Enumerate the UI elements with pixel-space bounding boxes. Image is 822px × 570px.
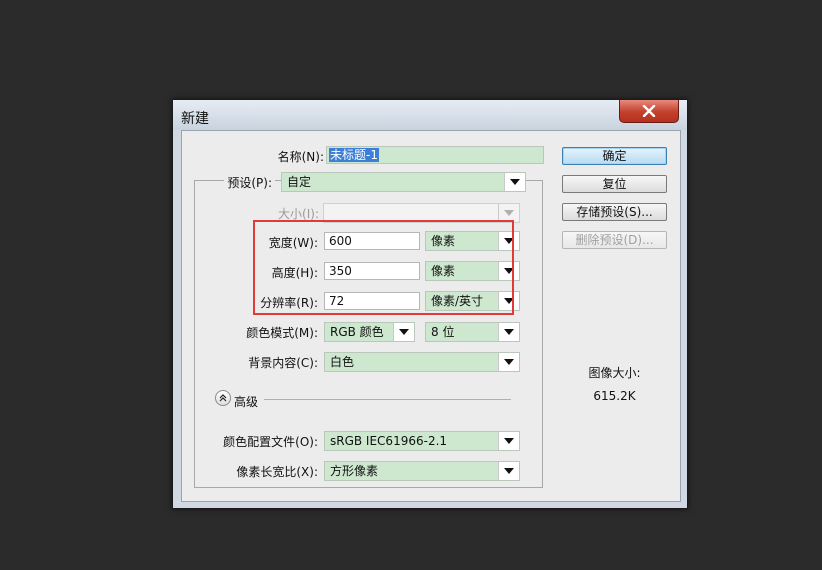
chevron-down-icon bbox=[498, 232, 519, 250]
height-label: 高度(H): bbox=[271, 266, 318, 280]
chevron-down-icon bbox=[498, 262, 519, 280]
width-unit-value: 像素 bbox=[431, 234, 456, 248]
height-unit-select[interactable]: 像素 bbox=[425, 261, 520, 281]
chevron-up-double-icon bbox=[219, 394, 227, 402]
pixel-aspect-value: 方形像素 bbox=[330, 464, 379, 478]
size-select bbox=[323, 203, 520, 223]
background-label: 背景内容(C): bbox=[248, 356, 318, 370]
dialog-body: 名称(N): 未标题-1 预设(P): 自定 大小(I): 宽度(W): 600… bbox=[181, 130, 681, 502]
name-value: 未标题-1 bbox=[329, 148, 379, 162]
close-icon bbox=[642, 105, 656, 117]
pixel-aspect-label: 像素长宽比(X): bbox=[236, 465, 318, 479]
save-preset-button[interactable]: 存储预设(S)... bbox=[562, 203, 667, 221]
resolution-input[interactable]: 72 bbox=[324, 292, 420, 310]
reset-button[interactable]: 复位 bbox=[562, 175, 667, 193]
chevron-down-icon bbox=[498, 292, 519, 310]
color-mode-value: RGB 颜色 bbox=[330, 325, 384, 339]
close-button[interactable] bbox=[619, 100, 679, 123]
color-profile-select[interactable]: sRGB IEC61966-2.1 bbox=[324, 431, 520, 451]
chevron-down-icon bbox=[498, 204, 519, 222]
name-input[interactable]: 未标题-1 bbox=[326, 146, 544, 164]
advanced-toggle[interactable] bbox=[215, 390, 231, 406]
chevron-down-icon bbox=[393, 323, 414, 341]
preset-value: 自定 bbox=[287, 175, 312, 189]
preset-select[interactable]: 自定 bbox=[281, 172, 526, 192]
background-select[interactable]: 白色 bbox=[324, 352, 520, 372]
ok-button[interactable]: 确定 bbox=[562, 147, 667, 165]
resolution-unit-select[interactable]: 像素/英寸 bbox=[425, 291, 520, 311]
color-mode-label: 颜色模式(M): bbox=[246, 326, 318, 340]
chevron-down-icon bbox=[498, 353, 519, 371]
width-label: 宽度(W): bbox=[268, 236, 318, 250]
chevron-down-icon bbox=[498, 432, 519, 450]
new-document-dialog: 新建 名称(N): 未标题-1 预设(P): 自定 大小(I): 宽度(W): … bbox=[172, 99, 688, 509]
color-mode-select[interactable]: RGB 颜色 bbox=[324, 322, 415, 342]
color-profile-value: sRGB IEC61966-2.1 bbox=[330, 434, 448, 448]
height-unit-value: 像素 bbox=[431, 264, 456, 278]
chevron-down-icon bbox=[504, 173, 525, 191]
preset-label: 预设(P): bbox=[224, 174, 275, 191]
color-profile-label: 颜色配置文件(O): bbox=[223, 435, 318, 449]
width-input[interactable]: 600 bbox=[324, 232, 420, 250]
title-bar[interactable]: 新建 bbox=[173, 100, 687, 130]
advanced-label: 高级 bbox=[234, 395, 259, 409]
image-size-value: 615.2K bbox=[593, 389, 636, 403]
height-input[interactable]: 350 bbox=[324, 262, 420, 280]
size-label: 大小(I): bbox=[278, 207, 319, 221]
bit-depth-value: 8 位 bbox=[431, 325, 455, 339]
chevron-down-icon bbox=[498, 323, 519, 341]
dialog-title: 新建 bbox=[181, 111, 209, 127]
background-value: 白色 bbox=[330, 355, 355, 369]
chevron-down-icon bbox=[498, 462, 519, 480]
name-label: 名称(N): bbox=[277, 150, 324, 164]
delete-preset-button: 删除预设(D)... bbox=[562, 231, 667, 249]
pixel-aspect-select[interactable]: 方形像素 bbox=[324, 461, 520, 481]
resolution-unit-value: 像素/英寸 bbox=[431, 294, 484, 308]
width-unit-select[interactable]: 像素 bbox=[425, 231, 520, 251]
bit-depth-select[interactable]: 8 位 bbox=[425, 322, 520, 342]
image-size-label: 图像大小: bbox=[588, 366, 641, 380]
resolution-label: 分辨率(R): bbox=[260, 296, 318, 310]
advanced-divider bbox=[264, 399, 511, 400]
